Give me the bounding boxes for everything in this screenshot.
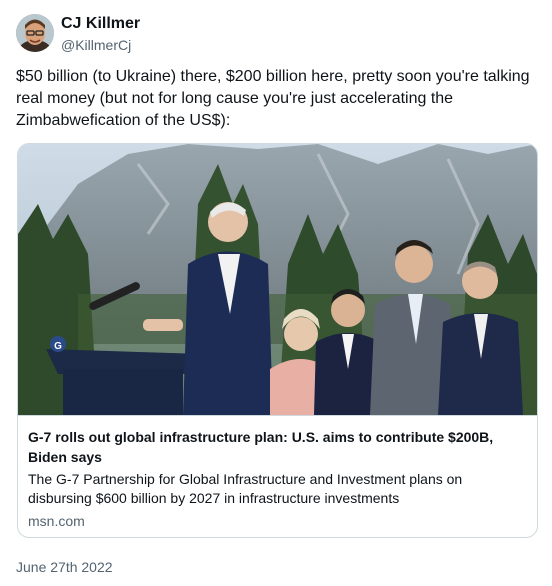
tweet-date[interactable]: June 27th 2022	[16, 559, 113, 575]
card-image[interactable]: G	[18, 144, 537, 415]
podium-logo: G	[54, 341, 62, 352]
card-body[interactable]: G-7 rolls out global infrastructure plan…	[18, 415, 537, 537]
link-card[interactable]: G G-7 rolls out global infrastructure pl…	[17, 143, 538, 538]
tweet-header: CJ Killmer @KillmerCj	[16, 14, 536, 54]
author-name[interactable]: CJ Killmer	[61, 15, 140, 33]
avatar[interactable]	[16, 14, 54, 52]
card-title[interactable]: G-7 rolls out global infrastructure plan…	[28, 427, 528, 467]
tweet-text: $50 billion (to Ukraine) there, $200 bil…	[16, 68, 530, 129]
avatar-image	[16, 14, 54, 52]
author-handle[interactable]: @KillmerCj	[61, 37, 131, 53]
card-domain[interactable]: msn.com	[28, 513, 85, 529]
card-description: The G-7 Partnership for Global Infrastru…	[28, 471, 463, 506]
